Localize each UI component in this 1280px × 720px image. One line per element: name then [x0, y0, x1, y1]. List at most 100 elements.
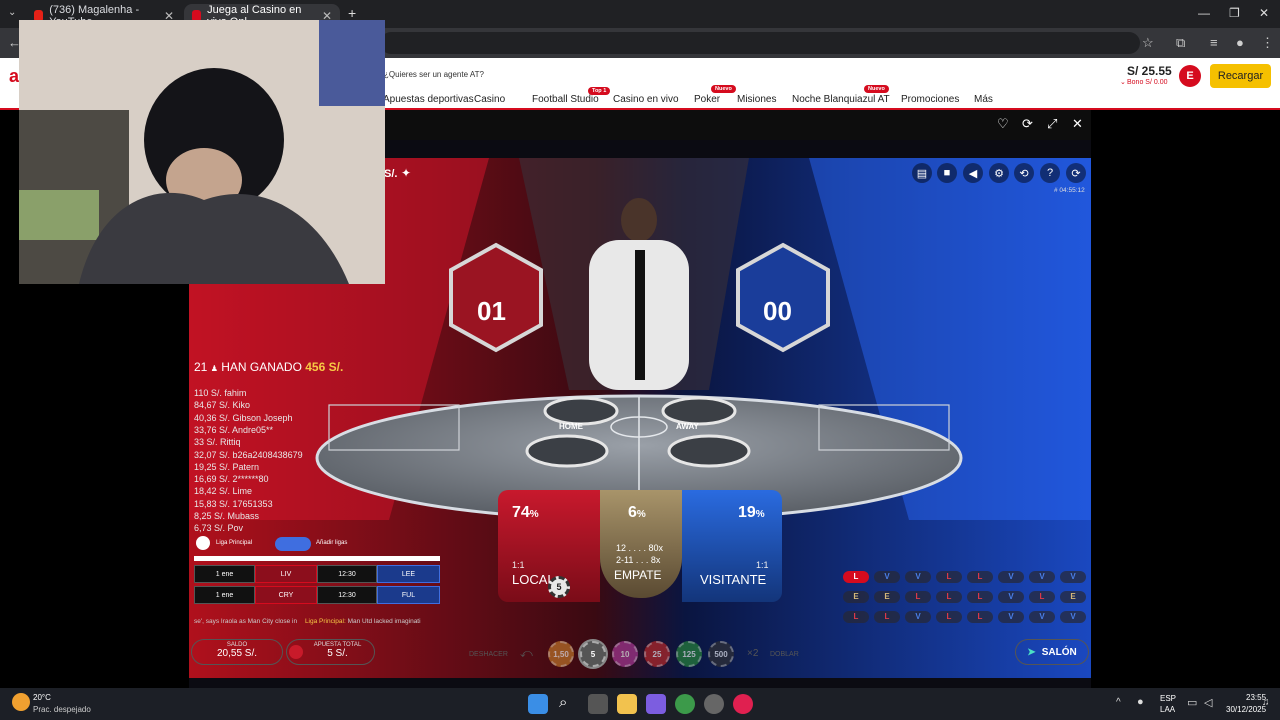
history-icon[interactable]: ⟲ [1014, 163, 1034, 183]
volume-icon[interactable]: ◀ [963, 163, 983, 183]
copilot-icon[interactable] [646, 694, 666, 714]
winner-row: 110 S/. fahim [194, 388, 247, 398]
winners-count: 21 [194, 360, 208, 374]
chip-option[interactable]: 25 [644, 641, 670, 667]
match-home[interactable]: LIV [255, 565, 317, 583]
help-icon[interactable]: ? [1040, 163, 1060, 183]
url-field[interactable] [380, 32, 1140, 54]
bet-local[interactable]: 74% 1:1 LOCAL 5 [498, 490, 600, 602]
weather-icon[interactable] [12, 693, 30, 711]
bet-visitor[interactable]: 19% 1:1 VISITANTE [682, 490, 782, 602]
history-cell: L [843, 611, 869, 623]
draw-odds-2: 2-11 . . . 8x [616, 555, 661, 565]
notification-bell-icon[interactable]: ♫ [1262, 697, 1270, 708]
recharge-button[interactable]: Recargar [1210, 64, 1271, 88]
match-away[interactable]: LEE [377, 565, 440, 583]
extensions-icon[interactable]: ⧉ [1176, 35, 1185, 51]
match-date[interactable]: 1 ene [194, 565, 255, 583]
profile-icon[interactable]: ● [1236, 35, 1244, 50]
chip-option[interactable]: 500 [708, 641, 734, 667]
match-away[interactable]: FUL [377, 586, 440, 604]
balance-value: 20,55 S/. [216, 648, 258, 659]
nav-casino[interactable]: Casino [474, 94, 505, 105]
winner-row: 8,25 S/. Mubass [194, 511, 260, 521]
windows-start-icon[interactable] [528, 694, 548, 714]
nav-missions[interactable]: Misiones [737, 94, 776, 105]
chip-option[interactable]: 1,50 [548, 641, 574, 667]
clock-date[interactable]: 30/12/2025 [1226, 705, 1266, 714]
lobby-switch-icon[interactable]: ⟳ [1066, 163, 1086, 183]
close-game-icon[interactable]: ✕ [1072, 116, 1083, 132]
undo-icon[interactable]: ⤺ [520, 646, 533, 661]
lang-primary[interactable]: ESP [1160, 694, 1176, 703]
match-time[interactable]: 12:30 [317, 586, 377, 604]
history-cell: L [967, 611, 993, 623]
microphone-icon[interactable]: ● [1137, 696, 1144, 708]
history-cell: V [874, 571, 900, 583]
close-window-icon[interactable]: ✕ [1259, 6, 1269, 20]
add-league-label[interactable]: Añadir ligas [316, 540, 347, 546]
account-balance[interactable]: S/ 25.55 [1127, 64, 1172, 78]
nav-sports[interactable]: Apuestas deportivas [383, 94, 474, 105]
webcam-overlay [19, 20, 385, 284]
agent-prompt[interactable]: ¿Quieres ser un agente AT? [384, 70, 484, 79]
tray-chevron-icon[interactable]: ^ [1116, 697, 1121, 708]
winner-row: 18,42 S/. Lime [194, 486, 253, 497]
tab-list-chevron-icon[interactable]: ⌄ [8, 7, 16, 18]
lobby-arrow-icon: ➤ [1027, 646, 1036, 658]
undo-label[interactable]: DESHACER [469, 651, 508, 658]
lobby-label: SALÓN [1041, 646, 1077, 658]
chip-option[interactable]: 125 [676, 641, 702, 667]
favorite-heart-icon[interactable]: ♡ [997, 116, 1009, 132]
double-icon[interactable]: ×2 [747, 648, 758, 659]
restore-icon[interactable]: ❐ [1229, 6, 1240, 20]
new-tab-button[interactable]: + [348, 5, 356, 21]
league-scrollbar[interactable] [194, 556, 440, 561]
file-explorer-icon[interactable] [617, 694, 637, 714]
menu-icon[interactable]: ⋮ [1261, 35, 1274, 51]
match-home[interactable]: CRY [255, 586, 317, 604]
bet-draw[interactable]: 6% 12 . . . . 80x 2-11 . . . 8x EMPATE [600, 490, 682, 598]
double-label[interactable]: DOBLAR [770, 651, 799, 658]
network-icon[interactable]: ▭ [1187, 696, 1197, 709]
speaker-icon[interactable]: ◁ [1204, 696, 1212, 709]
user-avatar[interactable]: E [1179, 65, 1201, 87]
bookmark-star-icon[interactable]: ☆ [1142, 35, 1154, 51]
site-logo[interactable]: a [9, 66, 19, 87]
minimize-icon[interactable]: — [1198, 6, 1210, 20]
match-date[interactable]: 1 ene [194, 586, 255, 604]
visitor-pct-sign: % [755, 509, 765, 520]
match-time[interactable]: 12:30 [317, 565, 377, 583]
league-name: Liga Principal [216, 540, 253, 546]
history-cell: E [843, 591, 869, 603]
nav-live-casino[interactable]: Casino en vivo [613, 94, 679, 105]
chrome-icon[interactable] [675, 694, 695, 714]
chip-option[interactable]: 10 [612, 641, 638, 667]
weather-temp[interactable]: 20°C [33, 693, 51, 702]
nav-more[interactable]: Más [974, 94, 993, 105]
nav-noche-blanquiazul[interactable]: Noche Blanquiazul AT [792, 94, 890, 105]
pin-icon[interactable]: ✦ [401, 166, 411, 180]
reload-icon[interactable]: ⟳ [1022, 116, 1033, 132]
add-league-toggle[interactable] [275, 537, 311, 551]
nav-football-studio[interactable]: Football Studio [532, 94, 599, 105]
fullscreen-icon[interactable]: ⤢ [1047, 116, 1057, 132]
search-icon[interactable]: ⌕ [559, 694, 567, 711]
media-icon[interactable]: ≡ [1210, 35, 1218, 50]
weather-desc[interactable]: Prac. despejado [33, 705, 91, 714]
app-icon[interactable] [704, 694, 724, 714]
task-view-icon[interactable] [588, 694, 608, 714]
bonus-chevron-icon[interactable]: ⌄ [1120, 78, 1126, 86]
settings-gear-icon[interactable]: ⚙ [989, 163, 1009, 183]
chip-option[interactable]: 5 [580, 641, 606, 667]
nav-promotions[interactable]: Promociones [901, 94, 959, 105]
lang-secondary[interactable]: LAA [1160, 705, 1175, 714]
nav-poker[interactable]: Poker [694, 94, 720, 105]
lobby-button[interactable]: ➤ SALÓN [1015, 639, 1089, 665]
winner-row: 16,69 S/. 2******80 [194, 474, 269, 485]
winners-header: 21 ♟ HAN GANADO 456 S/. [194, 360, 343, 374]
winner-row: 33 S/. Rittiq [194, 437, 241, 448]
chat-icon[interactable]: ▤ [912, 163, 932, 183]
media-player-icon[interactable] [733, 694, 753, 714]
video-icon[interactable]: ■ [937, 163, 957, 183]
